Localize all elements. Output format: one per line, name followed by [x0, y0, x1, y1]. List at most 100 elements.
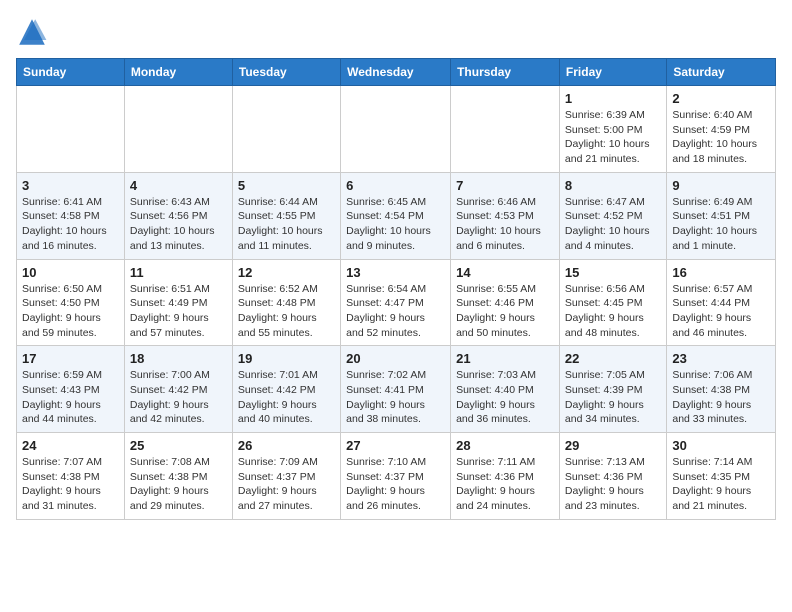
day-info: Sunrise: 7:09 AM Sunset: 4:37 PM Dayligh…: [238, 455, 335, 514]
calendar-cell: 7Sunrise: 6:46 AM Sunset: 4:53 PM Daylig…: [451, 172, 560, 259]
calendar-cell: 2 Sunrise: 6:40 AM Sunset: 4:59 PM Daylig…: [667, 86, 776, 173]
calendar-cell: 15 Sunrise: 6:56 AM Sunset: 4:45 PM Dayli…: [559, 259, 666, 346]
calendar-cell: 3 Sunrise: 6:41 AM Sunset: 4:58 PM Daylig…: [17, 172, 125, 259]
calendar-cell: 24 Sunrise: 7:07 AM Sunset: 4:38 PM Dayli…: [17, 433, 125, 520]
calendar-cell: 11 Sunrise: 6:51 AM Sunset: 4:49 PM Dayli…: [124, 259, 232, 346]
day-number: 30: [672, 438, 770, 453]
calendar-cell: [17, 86, 125, 173]
weekday-header-tuesday: Tuesday: [232, 59, 340, 86]
calendar-header-row: SundayMondayTuesdayWednesdayThursdayFrid…: [17, 59, 776, 86]
day-number: 14: [456, 265, 554, 280]
day-number: 23: [672, 351, 770, 366]
calendar-cell: 12 Sunrise: 6:52 AM Sunset: 4:48 PM Dayli…: [232, 259, 340, 346]
calendar-cell: [124, 86, 232, 173]
day-info: Sunrise: 6:41 AM Sunset: 4:58 PM Dayligh…: [22, 195, 119, 254]
calendar-cell: 10 Sunrise: 6:50 AM Sunset: 4:50 PM Dayli…: [17, 259, 125, 346]
day-info: Sunrise: 6:54 AM Sunset: 4:47 PM Dayligh…: [346, 282, 445, 341]
calendar-cell: 29 Sunrise: 7:13 AM Sunset: 4:36 PM Dayli…: [559, 433, 666, 520]
day-info: Sunrise: 7:10 AM Sunset: 4:37 PM Dayligh…: [346, 455, 445, 514]
day-info: Sunrise: 7:11 AM Sunset: 4:36 PM Dayligh…: [456, 455, 554, 514]
weekday-header-monday: Monday: [124, 59, 232, 86]
weekday-header-sunday: Sunday: [17, 59, 125, 86]
day-number: 16: [672, 265, 770, 280]
day-info: Sunrise: 7:00 AM Sunset: 4:42 PM Dayligh…: [130, 368, 227, 427]
calendar-week-3: 10 Sunrise: 6:50 AM Sunset: 4:50 PM Dayli…: [17, 259, 776, 346]
day-number: 3: [22, 178, 119, 193]
calendar-cell: 27 Sunrise: 7:10 AM Sunset: 4:37 PM Dayli…: [341, 433, 451, 520]
day-number: 1: [565, 91, 661, 106]
calendar-cell: 21Sunrise: 7:03 AM Sunset: 4:40 PM Dayli…: [451, 346, 560, 433]
calendar-cell: 17 Sunrise: 6:59 AM Sunset: 4:43 PM Dayli…: [17, 346, 125, 433]
day-info: Sunrise: 6:55 AM Sunset: 4:46 PM Dayligh…: [456, 282, 554, 341]
calendar-cell: [232, 86, 340, 173]
header: [16, 16, 776, 48]
day-number: 2: [672, 91, 770, 106]
day-number: 29: [565, 438, 661, 453]
day-info: Sunrise: 7:01 AM Sunset: 4:42 PM Dayligh…: [238, 368, 335, 427]
day-info: Sunrise: 7:05 AM Sunset: 4:39 PM Dayligh…: [565, 368, 661, 427]
day-number: 13: [346, 265, 445, 280]
day-info: Sunrise: 6:45 AM Sunset: 4:54 PM Dayligh…: [346, 195, 445, 254]
day-number: 9: [672, 178, 770, 193]
day-info: Sunrise: 6:59 AM Sunset: 4:43 PM Dayligh…: [22, 368, 119, 427]
day-number: 26: [238, 438, 335, 453]
day-info: Sunrise: 6:56 AM Sunset: 4:45 PM Dayligh…: [565, 282, 661, 341]
weekday-header-thursday: Thursday: [451, 59, 560, 86]
day-info: Sunrise: 7:08 AM Sunset: 4:38 PM Dayligh…: [130, 455, 227, 514]
day-info: Sunrise: 6:52 AM Sunset: 4:48 PM Dayligh…: [238, 282, 335, 341]
day-number: 6: [346, 178, 445, 193]
calendar-week-1: 1 Sunrise: 6:39 AM Sunset: 5:00 PM Daylig…: [17, 86, 776, 173]
calendar-week-4: 17 Sunrise: 6:59 AM Sunset: 4:43 PM Dayli…: [17, 346, 776, 433]
day-info: Sunrise: 7:07 AM Sunset: 4:38 PM Dayligh…: [22, 455, 119, 514]
day-number: 4: [130, 178, 227, 193]
day-number: 7: [456, 178, 554, 193]
day-number: 12: [238, 265, 335, 280]
weekday-header-wednesday: Wednesday: [341, 59, 451, 86]
calendar-cell: 6 Sunrise: 6:45 AM Sunset: 4:54 PM Daylig…: [341, 172, 451, 259]
calendar-cell: 4 Sunrise: 6:43 AM Sunset: 4:56 PM Daylig…: [124, 172, 232, 259]
calendar-cell: 30Sunrise: 7:14 AM Sunset: 4:35 PM Dayli…: [667, 433, 776, 520]
day-info: Sunrise: 7:03 AM Sunset: 4:40 PM Dayligh…: [456, 368, 554, 427]
calendar-cell: 25 Sunrise: 7:08 AM Sunset: 4:38 PM Dayli…: [124, 433, 232, 520]
day-info: Sunrise: 7:13 AM Sunset: 4:36 PM Dayligh…: [565, 455, 661, 514]
day-number: 20: [346, 351, 445, 366]
day-number: 25: [130, 438, 227, 453]
day-info: Sunrise: 6:49 AM Sunset: 4:51 PM Dayligh…: [672, 195, 770, 254]
calendar-week-5: 24 Sunrise: 7:07 AM Sunset: 4:38 PM Dayli…: [17, 433, 776, 520]
day-number: 17: [22, 351, 119, 366]
day-info: Sunrise: 6:39 AM Sunset: 5:00 PM Dayligh…: [565, 108, 661, 167]
calendar-week-2: 3 Sunrise: 6:41 AM Sunset: 4:58 PM Daylig…: [17, 172, 776, 259]
calendar-cell: 19 Sunrise: 7:01 AM Sunset: 4:42 PM Dayli…: [232, 346, 340, 433]
calendar-cell: [341, 86, 451, 173]
day-info: Sunrise: 7:06 AM Sunset: 4:38 PM Dayligh…: [672, 368, 770, 427]
day-info: Sunrise: 6:40 AM Sunset: 4:59 PM Dayligh…: [672, 108, 770, 167]
day-info: Sunrise: 6:43 AM Sunset: 4:56 PM Dayligh…: [130, 195, 227, 254]
calendar-cell: 1 Sunrise: 6:39 AM Sunset: 5:00 PM Daylig…: [559, 86, 666, 173]
day-number: 27: [346, 438, 445, 453]
calendar-cell: 8 Sunrise: 6:47 AM Sunset: 4:52 PM Daylig…: [559, 172, 666, 259]
day-info: Sunrise: 6:57 AM Sunset: 4:44 PM Dayligh…: [672, 282, 770, 341]
day-info: Sunrise: 6:47 AM Sunset: 4:52 PM Dayligh…: [565, 195, 661, 254]
day-number: 22: [565, 351, 661, 366]
day-info: Sunrise: 6:44 AM Sunset: 4:55 PM Dayligh…: [238, 195, 335, 254]
day-number: 19: [238, 351, 335, 366]
day-number: 11: [130, 265, 227, 280]
logo-icon: [16, 16, 48, 48]
calendar-cell: 18Sunrise: 7:00 AM Sunset: 4:42 PM Dayli…: [124, 346, 232, 433]
calendar-cell: 5 Sunrise: 6:44 AM Sunset: 4:55 PM Daylig…: [232, 172, 340, 259]
day-info: Sunrise: 7:02 AM Sunset: 4:41 PM Dayligh…: [346, 368, 445, 427]
day-number: 5: [238, 178, 335, 193]
calendar-table: SundayMondayTuesdayWednesdayThursdayFrid…: [16, 58, 776, 520]
day-number: 15: [565, 265, 661, 280]
weekday-header-saturday: Saturday: [667, 59, 776, 86]
calendar-cell: 22 Sunrise: 7:05 AM Sunset: 4:39 PM Dayli…: [559, 346, 666, 433]
day-number: 28: [456, 438, 554, 453]
day-number: 8: [565, 178, 661, 193]
calendar-cell: 26 Sunrise: 7:09 AM Sunset: 4:37 PM Dayli…: [232, 433, 340, 520]
logo: [16, 16, 52, 48]
day-info: Sunrise: 6:51 AM Sunset: 4:49 PM Dayligh…: [130, 282, 227, 341]
day-number: 24: [22, 438, 119, 453]
day-number: 10: [22, 265, 119, 280]
calendar-cell: 16 Sunrise: 6:57 AM Sunset: 4:44 PM Dayli…: [667, 259, 776, 346]
day-info: Sunrise: 6:50 AM Sunset: 4:50 PM Dayligh…: [22, 282, 119, 341]
